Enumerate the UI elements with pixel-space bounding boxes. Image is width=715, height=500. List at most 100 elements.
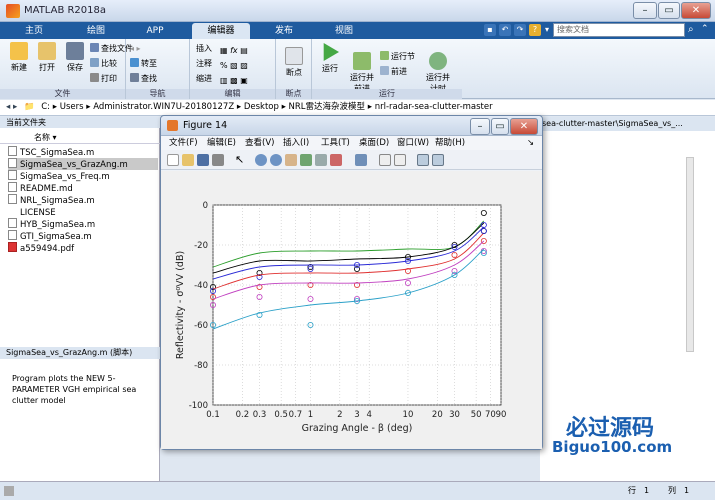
address-segment-users[interactable]: Users xyxy=(60,102,84,112)
run-section-button[interactable]: 运行节 xyxy=(380,51,415,63)
new-button[interactable]: 新建 xyxy=(6,42,32,73)
dropdown-icon[interactable]: ▾ xyxy=(541,24,553,36)
new-figure-icon[interactable] xyxy=(167,154,179,166)
redo-icon[interactable]: ↷ xyxy=(514,24,526,36)
menu-dock-arrow-icon[interactable]: ↘ xyxy=(527,136,534,150)
close-button[interactable]: ✕ xyxy=(681,2,711,19)
tab-home[interactable]: 主页 xyxy=(10,23,58,39)
address-segment-user[interactable]: Administrator.WIN7U-20180127Z xyxy=(93,102,234,112)
save-icon[interactable]: ▪ xyxy=(484,24,496,36)
tab-view[interactable]: 视图 xyxy=(320,23,368,39)
figure-close-button[interactable]: ✕ xyxy=(510,118,538,135)
tab-plots[interactable]: 绘图 xyxy=(72,23,120,39)
file-item[interactable]: a559494.pdf xyxy=(8,242,158,254)
file-item[interactable]: LICENSE xyxy=(8,206,158,218)
figure-maximize-button[interactable]: ▭ xyxy=(491,118,509,135)
search-icon[interactable]: ⌕ xyxy=(688,24,694,35)
tab-editor[interactable]: 编辑器 xyxy=(192,23,250,39)
print-label: 打印 xyxy=(101,74,117,83)
print-button[interactable]: 打印 xyxy=(90,73,117,85)
colorbar-icon[interactable] xyxy=(379,154,391,166)
menu-insert[interactable]: 插入(I) xyxy=(283,136,309,150)
printer-icon xyxy=(90,73,99,82)
open-file-icon[interactable] xyxy=(182,154,194,166)
m-file-icon xyxy=(8,158,17,168)
zoom-out-icon[interactable] xyxy=(270,154,282,166)
m-file-icon xyxy=(8,194,17,204)
tab-apps[interactable]: APP xyxy=(132,23,178,39)
ribbon: 新建 打开 保存 查找文件 比较 打印 文件 ◂ ▸ 转至 查找 导航 插入 注… xyxy=(0,39,715,99)
menu-window[interactable]: 窗口(W) xyxy=(397,136,429,150)
run-button[interactable]: 运行 xyxy=(316,43,344,74)
folder-up-icon[interactable]: 📁 xyxy=(24,102,35,112)
insert-button[interactable]: 插入 xyxy=(196,43,212,55)
menu-file[interactable]: 文件(F) xyxy=(169,136,198,150)
run-advance-button[interactable]: 运行并 前进 xyxy=(346,43,378,94)
save-file-button[interactable]: 保存 xyxy=(62,42,88,73)
menu-view[interactable]: 查看(V) xyxy=(245,136,274,150)
file-item[interactable]: NRL_SigmaSea.m xyxy=(8,194,158,206)
help-icon[interactable]: ? xyxy=(529,24,541,36)
menu-edit[interactable]: 编辑(E) xyxy=(207,136,236,150)
link-icon[interactable] xyxy=(355,154,367,166)
ribbon-group-breakpoints: 断点 断点 xyxy=(276,39,312,99)
find-button[interactable]: 查找 xyxy=(130,73,157,85)
address-bar[interactable]: ◂ ▸ 📁 C: ▸ Users ▸ Administrator.WIN7U-2… xyxy=(0,100,715,116)
save-figure-icon[interactable] xyxy=(197,154,209,166)
figure-window[interactable]: Figure 14 – ▭ ✕ 文件(F) 编辑(E) 查看(V) 插入(I) … xyxy=(160,115,543,450)
goto-button[interactable]: 转至 xyxy=(130,58,157,70)
ribbon-group-run: 运行 运行并 前进 运行节 前进 运行并 计时 运行 xyxy=(312,39,462,99)
menu-help[interactable]: 帮助(H) xyxy=(435,136,465,150)
editor-scrollbar[interactable] xyxy=(686,157,694,352)
print-figure-icon[interactable] xyxy=(212,154,224,166)
rotate-icon[interactable] xyxy=(300,154,312,166)
address-segment-current[interactable]: nrl-radar-sea-clutter-master xyxy=(375,102,493,112)
data-cursor-icon[interactable] xyxy=(315,154,327,166)
back-arrow-icon[interactable]: ◂ ▸ xyxy=(6,102,17,112)
collapse-ribbon-icon[interactable]: ⌃ xyxy=(701,24,709,34)
x-tick-label: 20 xyxy=(432,410,443,420)
figure-minimize-button[interactable]: – xyxy=(470,118,490,135)
file-item-selected[interactable]: SigmaSea_vs_GrazAng.m xyxy=(8,158,158,170)
menu-tools[interactable]: 工具(T) xyxy=(321,136,350,150)
advance-button[interactable]: 前进 xyxy=(380,66,407,78)
file-item[interactable]: SigmaSea_vs_Freq.m xyxy=(8,170,158,182)
search-input[interactable]: 搜索文档 xyxy=(553,23,685,37)
pan-icon[interactable] xyxy=(285,154,297,166)
edit-tool-icons[interactable]: ▦ fx ▤% ▧ ▨ ▥ ▩ ▣ xyxy=(220,43,248,88)
show-tools-icon[interactable] xyxy=(432,154,444,166)
open-label: 打开 xyxy=(39,63,55,72)
chart-svg[interactable]: 0.1 0.2 0.3 0.5 0.7 1 2 3 4 10 20 30 50 70 90 0 -20 -40 -6… xyxy=(161,171,542,449)
y-tick-label: -100 xyxy=(189,401,208,411)
compare-label: 比较 xyxy=(101,59,117,68)
hide-tools-icon[interactable] xyxy=(417,154,429,166)
zoom-in-icon[interactable] xyxy=(255,154,267,166)
tab-publish[interactable]: 发布 xyxy=(260,23,308,39)
file-item[interactable]: GTI_SigmaSea.m xyxy=(8,230,158,242)
breakpoints-button[interactable]: 断点 xyxy=(280,47,308,78)
run-and-time-button[interactable]: 运行并 计时 xyxy=(422,43,454,94)
brush-icon[interactable] xyxy=(330,154,342,166)
maximize-button[interactable]: ▭ xyxy=(658,2,680,19)
compare-button[interactable]: 比较 xyxy=(90,58,117,70)
undo-icon[interactable]: ↶ xyxy=(499,24,511,36)
legend-icon[interactable] xyxy=(394,154,406,166)
menu-desktop[interactable]: 桌面(D) xyxy=(359,136,389,150)
y-tick-label: 0 xyxy=(203,201,208,211)
file-item[interactable]: README.md xyxy=(8,182,158,194)
plot-area[interactable]: 0.1 0.2 0.3 0.5 0.7 1 2 3 4 10 20 30 50 70 90 0 -20 -40 -6… xyxy=(161,171,542,449)
minimize-button[interactable]: – xyxy=(633,2,657,19)
open-button[interactable]: 打开 xyxy=(34,42,60,73)
comment-button[interactable]: 注释 xyxy=(196,58,212,70)
file-name: NRL_SigmaSea.m xyxy=(20,196,95,206)
address-segment-desktop[interactable]: Desktop xyxy=(244,102,279,112)
address-segment-folder[interactable]: NRL雷达海杂波模型 xyxy=(289,102,366,112)
pointer-icon[interactable]: ↖ xyxy=(235,154,247,166)
file-item[interactable]: TSC_SigmaSea.m xyxy=(8,146,158,158)
address-segment-drive[interactable]: C: xyxy=(41,102,50,112)
file-item[interactable]: HYB_SigmaSea.m xyxy=(8,218,158,230)
indent-button[interactable]: 缩进 xyxy=(196,73,212,85)
find-label: 查找 xyxy=(141,74,157,83)
name-column-header[interactable]: 名称 ▾ xyxy=(0,131,160,144)
back-forward-buttons[interactable]: ◂ ▸ xyxy=(130,43,141,55)
